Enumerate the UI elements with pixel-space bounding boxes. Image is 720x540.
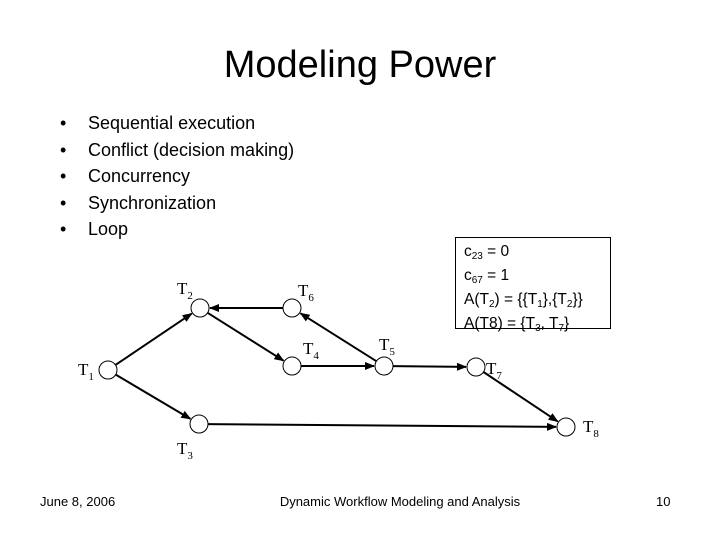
transition-node-t6 bbox=[282, 298, 302, 318]
transition-node-t1 bbox=[98, 360, 118, 380]
node-label-t4: T4 bbox=[303, 339, 319, 362]
activation-t2: A(T2) = {{T1},{T2}} bbox=[464, 290, 610, 314]
subscript: 23 bbox=[471, 251, 483, 262]
text: = 1 bbox=[482, 267, 510, 284]
text: } bbox=[564, 315, 570, 332]
transition-node-t8 bbox=[556, 417, 576, 437]
node-label-t6: T6 bbox=[298, 281, 314, 304]
text: , T bbox=[540, 315, 559, 332]
node-label-t8: T8 bbox=[583, 417, 599, 440]
footer-title: Dynamic Workflow Modeling and Analysis bbox=[279, 494, 521, 509]
text: c bbox=[464, 243, 472, 260]
activation-t8: A(T8) = {T3, T7} bbox=[464, 314, 610, 338]
node-label-t5: T5 bbox=[379, 335, 395, 358]
transition-node-t2 bbox=[190, 298, 210, 318]
page-number: 10 bbox=[656, 494, 671, 509]
text: c bbox=[464, 267, 472, 284]
subscript: 67 bbox=[471, 275, 483, 286]
text: ) = {{T bbox=[494, 291, 538, 308]
transition-node-t4 bbox=[282, 356, 302, 376]
arc-t1-to-t3 bbox=[115, 373, 192, 420]
transition-node-t7 bbox=[466, 357, 486, 377]
condition-box: c23 = 0 c67 = 1 A(T2) = {{T1},{T2}} A(T8… bbox=[455, 237, 611, 334]
arc-t7-to-t8 bbox=[482, 371, 559, 423]
text: A(T bbox=[464, 291, 489, 308]
arc-t3-to-t8 bbox=[207, 422, 558, 431]
text: = 0 bbox=[482, 243, 510, 260]
arc-t5-to-t7 bbox=[392, 362, 468, 371]
text: A(T8) = {T bbox=[464, 315, 536, 332]
node-label-t2: T2 bbox=[177, 279, 193, 302]
workflow-diagram: T1T2T3T4T5T6T7T8 bbox=[78, 279, 599, 462]
text: }} bbox=[572, 291, 583, 308]
arc-t1-to-t2 bbox=[114, 312, 193, 366]
text: },{T bbox=[542, 291, 567, 308]
condition-c67: c67 = 1 bbox=[464, 266, 610, 290]
transition-node-t5 bbox=[374, 356, 394, 376]
condition-c23: c23 = 0 bbox=[464, 242, 610, 266]
node-label-t3: T3 bbox=[177, 439, 193, 462]
transition-node-t3 bbox=[189, 414, 209, 434]
arc-t2-to-t4 bbox=[207, 311, 285, 362]
node-label-t1: T1 bbox=[78, 360, 94, 383]
